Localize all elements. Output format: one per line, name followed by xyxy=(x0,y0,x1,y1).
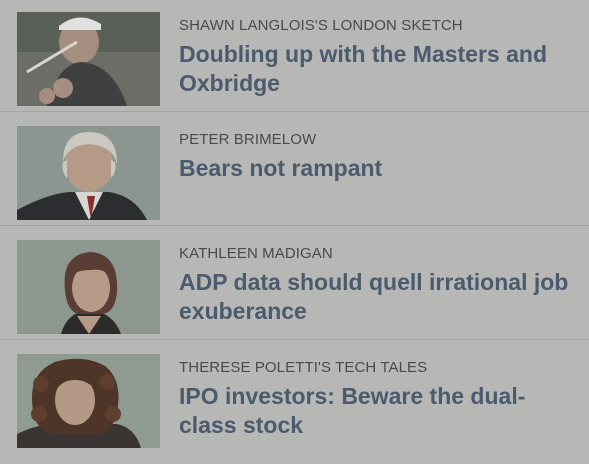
list-item: KATHLEEN MADIGAN ADP data should quell i… xyxy=(0,228,589,340)
article-list: SHAWN LANGLOIS'S LONDON SKETCH Doubling … xyxy=(0,0,589,464)
article-kicker: SHAWN LANGLOIS'S LONDON SKETCH xyxy=(179,17,463,34)
article-headline-link[interactable]: ADP data should quell irrational job exu… xyxy=(179,268,579,326)
article-thumbnail[interactable] xyxy=(17,12,160,106)
author-photo-icon xyxy=(17,354,160,448)
article-thumbnail[interactable] xyxy=(17,354,160,448)
author-photo-icon xyxy=(17,126,160,220)
article-headline-link[interactable]: Bears not rampant xyxy=(179,154,579,183)
article-thumbnail[interactable] xyxy=(17,240,160,334)
article-kicker: THERESE POLETTI'S TECH TALES xyxy=(179,359,428,376)
article-headline-link[interactable]: IPO investors: Beware the dual-class sto… xyxy=(179,382,579,440)
article-thumbnail[interactable] xyxy=(17,126,160,220)
list-item: THERESE POLETTI'S TECH TALES IPO investo… xyxy=(0,342,589,454)
list-item: SHAWN LANGLOIS'S LONDON SKETCH Doubling … xyxy=(0,0,589,112)
article-kicker: PETER BRIMELOW xyxy=(179,131,317,148)
article-headline-link[interactable]: Doubling up with the Masters and Oxbridg… xyxy=(179,40,579,98)
article-kicker: KATHLEEN MADIGAN xyxy=(179,245,333,262)
golfer-photo-icon xyxy=(17,12,160,106)
author-photo-icon xyxy=(17,240,160,334)
list-item: PETER BRIMELOW Bears not rampant xyxy=(0,114,589,226)
